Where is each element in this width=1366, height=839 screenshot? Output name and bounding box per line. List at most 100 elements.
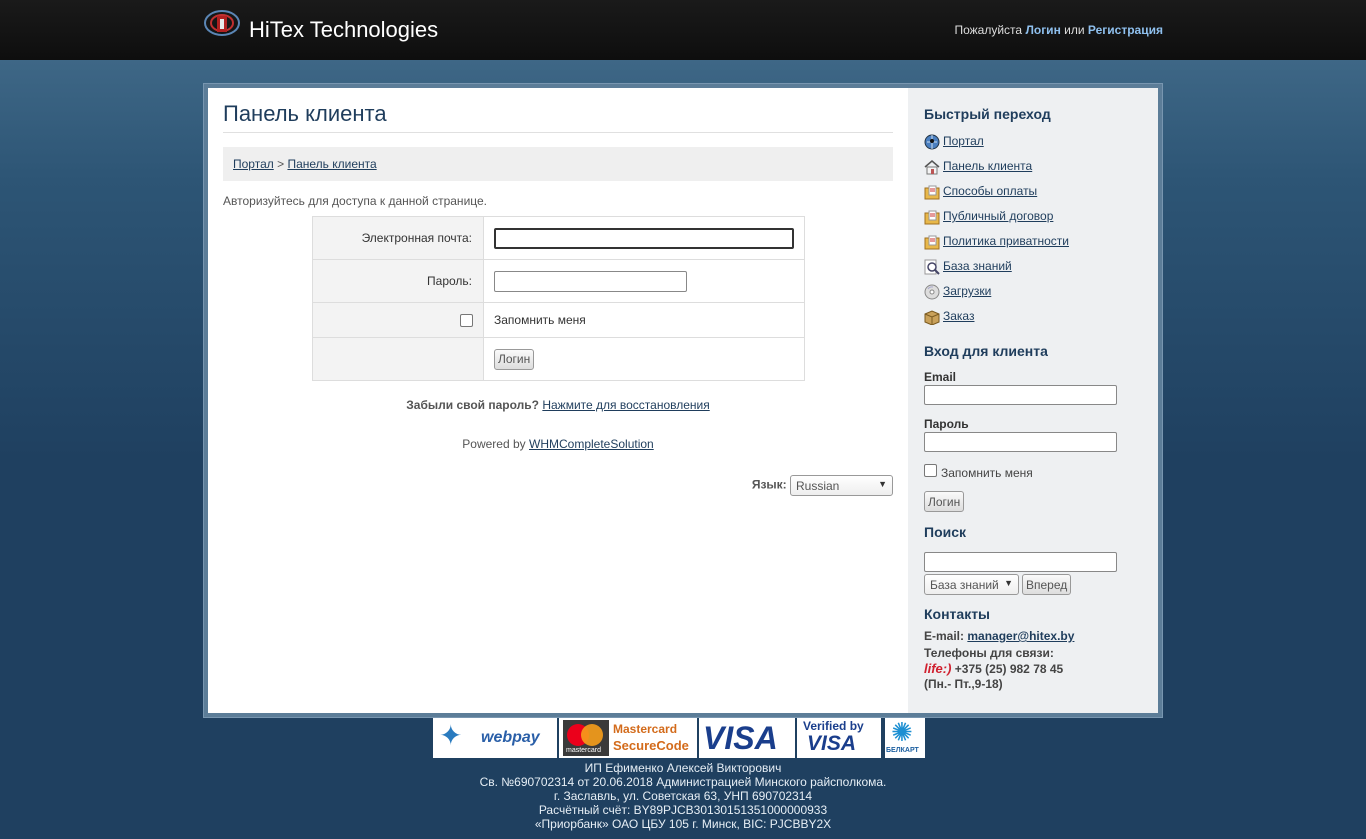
- payment-logos: ✦ webpay mastercard Mastercard SecureCod…: [433, 718, 925, 760]
- verified-text-2: VISA: [807, 732, 857, 755]
- language-label: Язык:: [751, 477, 787, 492]
- search-scope-select[interactable]: База знаний ▼: [924, 574, 1019, 595]
- contacts-phone: +375 (25) 982 78 45: [954, 662, 1064, 676]
- verified-text-1: Verified by: [803, 719, 864, 733]
- login-button[interactable]: Логин: [494, 348, 535, 370]
- footer-line: ИП Ефименко Алексей Викторович: [584, 761, 782, 775]
- sidebar-login-button[interactable]: Логин: [924, 491, 965, 512]
- submit-spacer-cell: [312, 337, 484, 381]
- password-field[interactable]: [494, 270, 687, 292]
- header-login-link[interactable]: Логин: [1025, 23, 1060, 37]
- quicknav-link[interactable]: Панель клиента: [943, 159, 1032, 173]
- home-icon: [924, 160, 940, 175]
- package-icon: [924, 310, 940, 325]
- star-icon: ✦: [439, 720, 463, 751]
- sidebar-email-input[interactable]: [924, 385, 1117, 405]
- auth-notice: Авторизуйтесь для доступа к данной стран…: [223, 194, 488, 208]
- quicknav-item-payments[interactable]: Способы оплаты: [924, 182, 1144, 207]
- site-logo[interactable]: HiTex Technologies: [203, 8, 455, 61]
- magnifier-doc-icon: [924, 259, 940, 275]
- mastercard-securecode-logo: mastercard Mastercard SecureCode: [559, 718, 697, 758]
- chevron-down-icon: ▼: [1004, 578, 1013, 588]
- mastercard-badge: mastercard: [563, 720, 609, 756]
- search-go-button[interactable]: Вперед: [1022, 574, 1072, 595]
- operator-logo: life:): [924, 661, 952, 676]
- forgot-password-link[interactable]: Нажмите для восстановления: [542, 398, 709, 412]
- footer-line: г. Заславль, ул. Советская 63, УНП 69070…: [553, 789, 813, 803]
- forgot-password: Забыли свой пароль? Нажмите для восстано…: [208, 398, 908, 412]
- sidebar-remember-checkbox[interactable]: [924, 464, 937, 477]
- search-title: Поиск: [924, 524, 967, 540]
- powered-by: Powered by WHMCompleteSolution: [208, 437, 908, 451]
- breadcrumb-current-link[interactable]: Панель клиента: [287, 157, 376, 171]
- search-input[interactable]: [924, 552, 1117, 572]
- quicknav-link[interactable]: Способы оплаты: [943, 184, 1037, 198]
- footer-line: Расчётный счёт: BY89PJCB3013015135100000…: [538, 803, 828, 817]
- quicknav-link[interactable]: Портал: [943, 134, 984, 148]
- globe-icon: [924, 134, 940, 150]
- quicknav-item-clientarea[interactable]: Панель клиента: [924, 157, 1144, 182]
- search-scope-value: База знаний: [930, 578, 999, 592]
- mastercard-text: mastercard: [566, 747, 602, 754]
- quicknav-link[interactable]: База знаний: [943, 259, 1012, 273]
- quicknav-item-portal[interactable]: Портал: [924, 132, 1144, 157]
- mastercard-yellow-circle: [581, 724, 603, 746]
- remember-label: Запомнить меня: [483, 302, 805, 338]
- main-content: Панель клиента Портал > Панель клиента А…: [208, 88, 908, 713]
- quicknav-link[interactable]: Заказ: [943, 309, 974, 323]
- visa-text: VISA: [703, 720, 778, 756]
- sidebar-password-label: Пароль: [924, 417, 969, 431]
- sidebar: Быстрый переход Портал Панель клиента Сп…: [908, 88, 1158, 713]
- quicknav-item-privacy[interactable]: Политика приватности: [924, 232, 1144, 257]
- sidebar-remember-label: Запомнить меня: [941, 466, 1033, 480]
- remember-checkbox[interactable]: [460, 314, 473, 328]
- securecode-text-2: SecureCode: [613, 738, 689, 753]
- breadcrumb-separator: >: [277, 157, 285, 171]
- chevron-down-icon: ▼: [878, 479, 887, 489]
- top-bar: HiTex Technologies Пожалуйста Логин или …: [0, 0, 1366, 61]
- folder-doc-icon: [924, 185, 940, 200]
- submit-cell: Логин: [483, 337, 805, 381]
- contacts-phone-row: life:) +375 (25) 982 78 45: [924, 661, 1149, 677]
- contacts-block: E-mail: manager@hitex.by Телефоны для св…: [924, 629, 1149, 692]
- quicknav-item-contract[interactable]: Публичный договор: [924, 207, 1144, 232]
- quicknav-link[interactable]: Политика приватности: [943, 234, 1069, 248]
- header-register-link[interactable]: Регистрация: [1088, 23, 1163, 37]
- powered-by-link[interactable]: WHMCompleteSolution: [529, 437, 654, 451]
- forgot-password-text: Забыли свой пароль?: [406, 398, 539, 412]
- webpay-logo: ✦ webpay: [433, 718, 557, 758]
- language-select[interactable]: Russian ▼: [790, 475, 893, 496]
- login-prompt: Пожалуйста Логин или Регистрация: [954, 23, 1163, 37]
- login-prompt-prefix: Пожалуйста: [954, 23, 1023, 37]
- breadcrumb-home-link[interactable]: Портал: [233, 157, 274, 171]
- contacts-email-row: E-mail: manager@hitex.by: [924, 629, 1149, 644]
- quicknav-link[interactable]: Загрузки: [943, 284, 991, 298]
- quicknav-item-downloads[interactable]: Загрузки: [924, 282, 1144, 307]
- quicknav-link[interactable]: Публичный договор: [943, 209, 1053, 223]
- client-login-title: Вход для клиента: [924, 343, 1048, 359]
- email-field[interactable]: [494, 227, 794, 249]
- footer-line: Св. №690702314 от 20.06.2018 Администрац…: [479, 775, 887, 789]
- powered-by-text: Powered by: [462, 437, 526, 451]
- sidebar-password-input[interactable]: [924, 432, 1117, 452]
- visa-logo: VISA: [699, 718, 795, 758]
- site-title[interactable]: HiTex Technologies: [249, 17, 438, 43]
- folder-doc-icon: [924, 235, 940, 250]
- belkart-logo: ✺ БЕЛКАРТ: [885, 718, 925, 758]
- sidebar-email-label: Email: [924, 370, 957, 384]
- footer-line: «Приорбанк» ОАО ЦБУ 105 г. Минск, BIC: P…: [534, 817, 832, 831]
- contacts-email-link[interactable]: manager@hitex.by: [967, 629, 1074, 643]
- quicknav-title: Быстрый переход: [924, 106, 1051, 122]
- logo-icon: [204, 10, 240, 36]
- password-field-cell: [483, 259, 805, 303]
- quicknav-item-knowledgebase[interactable]: База знаний: [924, 257, 1144, 282]
- contacts-title: Контакты: [924, 606, 991, 622]
- quicknav-list: Портал Панель клиента Способы оплаты Пуб…: [924, 132, 1144, 332]
- contacts-phones-label: Телефоны для связи:: [924, 646, 1054, 660]
- quicknav-item-order[interactable]: Заказ: [924, 307, 1144, 332]
- email-field-cell: [483, 216, 805, 260]
- contacts-email-prefix: E-mail:: [924, 629, 965, 643]
- breadcrumb: Портал > Панель клиента: [223, 147, 893, 181]
- contacts-hours: (Пн.- Пт.,9-18): [924, 677, 1003, 691]
- remember-checkbox-cell: [312, 302, 484, 338]
